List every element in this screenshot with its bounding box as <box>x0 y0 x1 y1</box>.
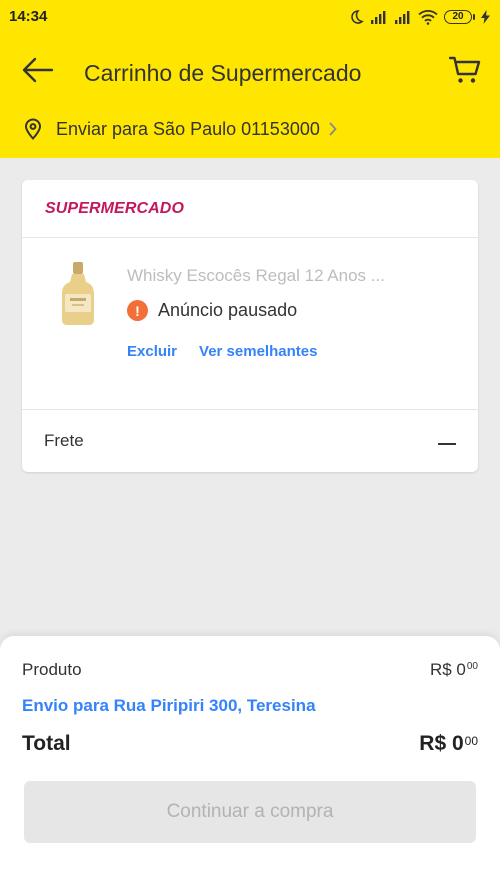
product-subtotal-price: R$ 0 00 <box>430 660 478 680</box>
store-name: SUPERMERCADO <box>45 199 184 217</box>
product-price-main: R$ 0 <box>429 660 466 679</box>
page-title: Carrinho de Supermercado <box>84 60 362 86</box>
product-thumbnail[interactable] <box>60 260 96 326</box>
battery-icon: 20 <box>444 9 475 24</box>
cart-item: Whisky Escocês Regal 12 Anos ... ! Anúnc… <box>22 238 478 410</box>
status-bar: 14:34 20 <box>0 0 500 33</box>
app-bar: Carrinho de Supermercado Enviar para São… <box>0 33 500 158</box>
cart-card: SUPERMERCADO Whisky Escocês Regal 12 Ano… <box>22 180 478 472</box>
status-time: 14:34 <box>9 8 48 25</box>
total-price-cents: 00 <box>464 734 478 748</box>
paused-status-text: Anúncio pausado <box>158 300 298 320</box>
shipping-address-selector[interactable]: Enviar para São Paulo 01153000 <box>22 115 337 143</box>
do-not-disturb-moon-icon <box>348 9 364 25</box>
product-subtotal-label: Produto <box>22 660 82 679</box>
store-header: SUPERMERCADO <box>22 180 478 238</box>
shipping-label: Frete <box>44 430 84 450</box>
summary-sheet: Produto R$ 0 00 Envio para Rua Piripiri 3… <box>0 636 500 889</box>
product-title[interactable]: Whisky Escocês Regal 12 Anos ... <box>127 266 385 286</box>
see-similar-link[interactable]: Ver semelhantes <box>199 343 317 360</box>
signal-icon <box>370 10 388 24</box>
chevron-right-icon <box>329 122 337 136</box>
location-pin-icon <box>22 118 44 140</box>
shipping-address-text: Enviar para São Paulo 01153000 <box>56 118 320 139</box>
charging-bolt-icon <box>481 9 490 24</box>
delete-item-link[interactable]: Excluir <box>127 343 177 360</box>
paused-status: ! Anúncio pausado <box>127 300 297 321</box>
shipping-destination-link[interactable]: Envio para Rua Piripiri 300, Teresina <box>22 696 316 716</box>
signal-icon <box>394 10 412 24</box>
shopping-cart-icon <box>448 56 481 89</box>
battery-level: 20 <box>444 9 472 24</box>
item-actions: Excluir Ver semelhantes <box>127 343 317 360</box>
product-price-cents: 00 <box>466 661 478 672</box>
arrow-left-icon <box>22 57 54 88</box>
wifi-icon <box>418 9 438 25</box>
exclamation-icon: ! <box>127 300 148 321</box>
shipping-value-dash <box>438 442 456 445</box>
shipping-row: Frete <box>22 410 478 471</box>
cart-button[interactable] <box>445 55 485 89</box>
back-button[interactable] <box>18 55 58 89</box>
continue-purchase-button[interactable]: Continuar a compra <box>24 781 476 843</box>
product-subtotal-row: Produto R$ 0 00 <box>22 660 478 680</box>
total-price: R$ 0 00 <box>419 732 478 756</box>
status-icons: 20 <box>348 9 490 25</box>
total-label: Total <box>22 732 71 755</box>
total-price-main: R$ 0 <box>419 732 464 755</box>
total-row: Total R$ 0 00 <box>22 732 478 756</box>
